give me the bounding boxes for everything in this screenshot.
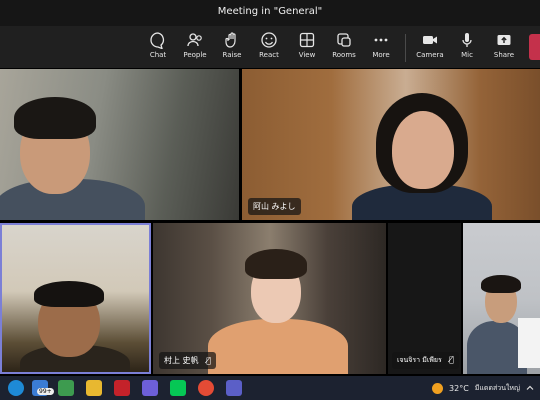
rooms-icon — [337, 33, 351, 47]
edge-icon[interactable] — [8, 380, 24, 396]
share-button[interactable]: Share — [484, 31, 524, 65]
video-tile-4[interactable]: 村上 史帆 🎙̸ — [153, 223, 386, 374]
mic-button[interactable]: Mic — [447, 31, 487, 65]
participant-name: 村上 史帆 — [164, 356, 199, 365]
participant-face-front — [392, 111, 454, 189]
raise-label: Raise — [222, 51, 242, 59]
participant-body — [208, 319, 348, 374]
weather-text: มีแดดส่วนใหญ่ — [474, 383, 520, 392]
chat-icon — [150, 32, 165, 49]
toolbar-divider — [405, 34, 406, 62]
share-label: Share — [493, 51, 515, 59]
line-icon[interactable] — [170, 380, 186, 396]
leave-button[interactable] — [529, 34, 540, 60]
file-explorer-icon[interactable] — [86, 380, 102, 396]
participant-name: 阿山 みよし — [253, 202, 296, 211]
meeting-toolbar: Chat People Raise React View Rooms More … — [0, 26, 540, 68]
notification-badge: 99+ — [37, 388, 54, 395]
media-player-icon[interactable] — [142, 380, 158, 396]
participant-hair — [481, 275, 521, 293]
teams-icon[interactable] — [226, 380, 242, 396]
title-bar: Meeting in "General" — [0, 0, 540, 26]
participant-name-tag: 村上 史帆 🎙̸ — [159, 352, 216, 369]
more-icon — [374, 38, 388, 42]
chevron-up-icon[interactable] — [526, 384, 534, 392]
acrobat-icon[interactable] — [114, 380, 130, 396]
mic-icon — [462, 33, 472, 47]
system-tray: 32°C มีแดดส่วนใหญ่ — [432, 376, 534, 400]
chrome-icon[interactable] — [198, 380, 214, 396]
react-label: React — [259, 51, 279, 59]
rooms-label: Rooms — [332, 51, 356, 59]
store-icon[interactable] — [58, 380, 74, 396]
participant-name: เจนจิรา มีเพียร — [397, 356, 442, 364]
video-tile-2[interactable]: 阿山 みよし — [242, 69, 540, 220]
raise-button[interactable]: Raise — [212, 31, 252, 65]
camera-label: Camera — [416, 51, 444, 59]
participant-hair — [34, 281, 104, 307]
video-tile-5[interactable]: เจนจิรา มีเพียร 🎙̸ — [388, 223, 461, 374]
people-label: People — [183, 51, 207, 59]
participant-hair — [245, 249, 307, 279]
chat-label: Chat — [149, 51, 167, 59]
window-light — [518, 318, 540, 368]
temperature-text: 32°C — [449, 383, 469, 393]
participant-name-tag: 阿山 みよし — [248, 198, 301, 215]
sun-icon — [432, 382, 444, 394]
meeting-title: Meeting in "General" — [217, 6, 323, 17]
rooms-button[interactable]: Rooms — [324, 31, 364, 65]
mic-label: Mic — [461, 51, 473, 59]
share-icon — [497, 35, 511, 45]
camera-button[interactable]: Camera — [410, 31, 450, 65]
participant-name-tag: เจนจิรา มีเพียร 🎙̸ — [392, 352, 459, 369]
view-icon — [299, 32, 315, 48]
view-button[interactable]: View — [287, 31, 327, 65]
people-button[interactable]: People — [175, 31, 215, 65]
people-icon — [187, 33, 202, 47]
mic-muted-icon: 🎙̸ — [449, 355, 454, 364]
more-button[interactable]: More — [361, 31, 401, 65]
video-tile-6[interactable] — [463, 223, 540, 374]
more-label: More — [372, 51, 390, 59]
windows-taskbar: 99+ 32°C มีแดดส่วนใหญ่ — [0, 376, 540, 400]
camera-icon — [423, 36, 437, 44]
view-label: View — [298, 51, 316, 59]
chat-button[interactable]: Chat — [138, 31, 178, 65]
react-icon — [261, 32, 277, 48]
video-tile-3-active-speaker[interactable] — [0, 223, 151, 374]
mic-muted-icon: 🎙̸ — [206, 356, 211, 365]
raise-hand-icon — [225, 32, 236, 48]
participant-hair — [14, 97, 96, 139]
video-tile-1[interactable] — [0, 69, 239, 220]
react-button[interactable]: React — [249, 31, 289, 65]
